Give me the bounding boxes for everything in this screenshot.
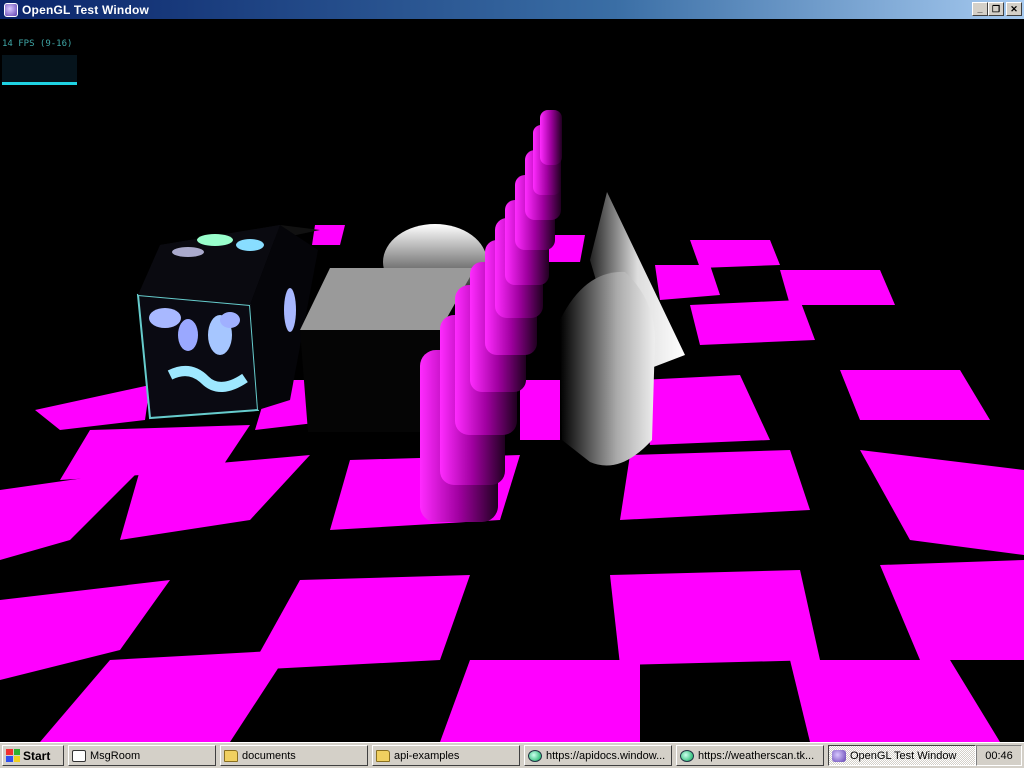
opengl-app-icon <box>832 749 846 762</box>
cylinder <box>560 271 655 466</box>
folder-icon <box>224 749 238 762</box>
taskbar-item-label: https://apidocs.window... <box>546 749 666 762</box>
restore-button[interactable]: ❐ <box>988 2 1004 16</box>
start-button[interactable]: Start <box>2 745 64 766</box>
close-button[interactable]: ✕ <box>1006 2 1022 16</box>
scene-render <box>0 110 1024 742</box>
folder-icon <box>376 749 390 762</box>
browser-icon <box>680 749 694 762</box>
chat-icon <box>72 749 86 762</box>
fps-graph-bar <box>2 82 77 85</box>
system-tray-clock[interactable]: 00:46 <box>976 745 1022 766</box>
taskbar-item-label: OpenGL Test Window <box>850 749 957 762</box>
taskbar-item-label: MsgRoom <box>90 749 141 762</box>
opengl-viewport[interactable]: 14 FPS (9-16) <box>0 19 1024 742</box>
title-bar[interactable]: OpenGL Test Window _ ❐ ✕ <box>0 0 1024 19</box>
taskbar-item-weatherscan[interactable]: https://weatherscan.tk... <box>676 745 824 766</box>
taskbar-item-label: documents <box>242 749 296 762</box>
taskbar-item-documents[interactable]: documents <box>220 745 368 766</box>
taskbar-item-opengl-test-window[interactable]: OpenGL Test Window <box>828 745 976 766</box>
taskbar: Start MsgRoom documents api-examples htt… <box>0 742 1024 768</box>
browser-icon <box>528 749 542 762</box>
taskbar-item-api-examples[interactable]: api-examples <box>372 745 520 766</box>
taskbar-item-label: api-examples <box>394 749 460 762</box>
windows-logo-icon <box>6 749 20 762</box>
window-controls: _ ❐ ✕ <box>972 2 1022 16</box>
fps-graph <box>2 55 77 85</box>
taskbar-item-apidocs[interactable]: https://apidocs.window... <box>524 745 672 766</box>
taskbar-item-msgroom[interactable]: MsgRoom <box>68 745 216 766</box>
opengl-app-icon[interactable] <box>4 2 18 17</box>
start-label: Start <box>23 748 51 763</box>
minimize-button[interactable]: _ <box>972 2 988 16</box>
window-title: OpenGL Test Window <box>22 2 150 17</box>
fps-counter: 14 FPS (9-16) <box>2 39 73 49</box>
taskbar-item-label: https://weatherscan.tk... <box>698 749 815 762</box>
